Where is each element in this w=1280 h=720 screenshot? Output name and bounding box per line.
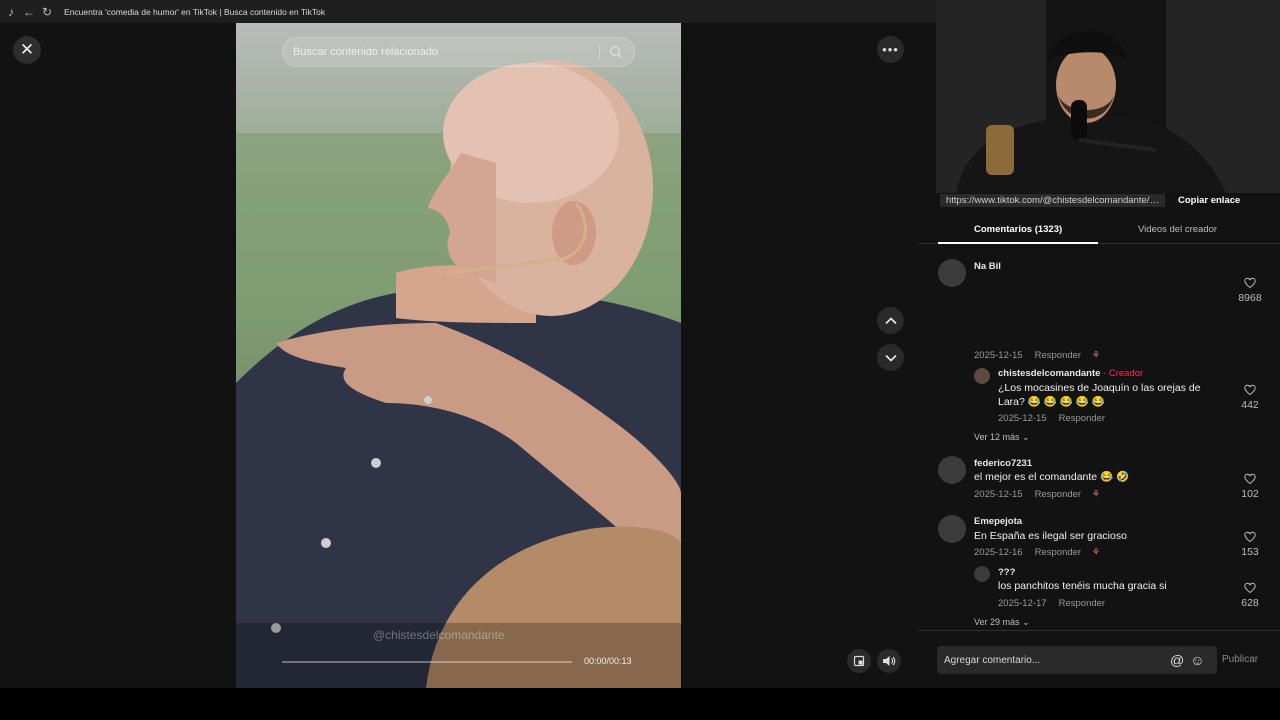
heart-icon[interactable] bbox=[1244, 384, 1256, 396]
reply-text: ¿Los mocasines de Joaquín o las orejas d… bbox=[998, 382, 1201, 408]
reply-meta: 2025-12-15 Responder bbox=[998, 413, 1105, 424]
reply-date: 2025-12-17 bbox=[998, 598, 1047, 609]
like-count: 153 bbox=[1241, 546, 1259, 558]
comment-composer[interactable]: @ ☺ bbox=[937, 646, 1217, 674]
view-more-label: Ver 12 más bbox=[974, 432, 1020, 442]
chevron-down-icon: ⌄ bbox=[1022, 432, 1030, 442]
video-time: 00:00/00:13 bbox=[584, 656, 632, 666]
more-dots-icon: ••• bbox=[882, 42, 899, 57]
heart-icon[interactable] bbox=[1244, 582, 1256, 594]
close-icon: ✕ bbox=[19, 40, 35, 59]
comment-input[interactable] bbox=[944, 654, 1164, 666]
comment-date: 2025-12-15 bbox=[974, 489, 1023, 500]
video-progress-bar[interactable] bbox=[282, 661, 572, 663]
comments-panel bbox=[918, 193, 1280, 688]
creator-liked-icon: ⚘ bbox=[1091, 547, 1101, 558]
avatar[interactable] bbox=[974, 368, 990, 384]
video-watermark: @chistesdelcomandante bbox=[373, 628, 505, 642]
speaker-icon bbox=[883, 656, 896, 666]
comment-username[interactable]: Emepejota bbox=[974, 516, 1022, 527]
related-search-input[interactable] bbox=[293, 46, 593, 58]
tab-creator-videos[interactable]: Videos del creador bbox=[1138, 224, 1217, 235]
composer-divider bbox=[918, 630, 1280, 631]
video-player[interactable] bbox=[236, 23, 681, 688]
comment-username[interactable]: Na Bil bbox=[974, 261, 1001, 272]
copy-link-button[interactable]: Copiar enlace bbox=[1178, 195, 1240, 206]
reply-username-text: chistesdelcomandante bbox=[998, 368, 1101, 379]
webcam-overlay bbox=[936, 0, 1280, 193]
like-count: 628 bbox=[1241, 597, 1259, 609]
avatar[interactable] bbox=[938, 259, 966, 287]
chevron-down-icon bbox=[884, 354, 897, 362]
chevron-down-icon: ⌄ bbox=[1022, 617, 1030, 627]
comment-text: En España es ilegal ser gracioso bbox=[974, 530, 1127, 542]
heart-icon[interactable] bbox=[1244, 277, 1256, 289]
comment-date: 2025-12-15 bbox=[974, 350, 1023, 361]
reload-icon[interactable]: ↻ bbox=[40, 5, 54, 19]
like-count: 102 bbox=[1241, 488, 1259, 500]
next-video-button[interactable] bbox=[877, 344, 904, 371]
reply-date: 2025-12-15 bbox=[998, 413, 1047, 424]
mini-player-button[interactable] bbox=[847, 649, 871, 673]
video-url: https://www.tiktok.com/@chistesdelcomand… bbox=[940, 193, 1165, 207]
reply-button[interactable]: Responder bbox=[1059, 413, 1105, 424]
creator-liked-icon: ⚘ bbox=[1091, 489, 1101, 500]
creator-badge: · Creador bbox=[1100, 368, 1144, 379]
avatar[interactable] bbox=[974, 566, 990, 582]
related-search-bar[interactable] bbox=[282, 37, 635, 67]
streamer-webcam-image bbox=[936, 0, 1280, 193]
reply-button[interactable]: Responder bbox=[1035, 350, 1081, 361]
video-frame bbox=[236, 60, 681, 688]
volume-button[interactable] bbox=[877, 649, 901, 673]
heart-icon[interactable] bbox=[1244, 473, 1256, 485]
avatar[interactable] bbox=[938, 515, 966, 543]
browser-tab-title: Encuentra 'comedia de humor' en TikTok |… bbox=[64, 6, 326, 17]
creator-liked-icon: ⚘ bbox=[1091, 350, 1101, 361]
heart-icon[interactable] bbox=[1244, 531, 1256, 543]
reply-username[interactable]: chistesdelcomandante · Creador bbox=[998, 368, 1143, 379]
search-icon[interactable] bbox=[609, 45, 623, 59]
link-row: https://www.tiktok.com/@chistesdelcomand… bbox=[940, 193, 1260, 207]
comment-text: el mejor es el comandante 😂 🤣 bbox=[974, 471, 1130, 483]
view-more-label: Ver 29 más bbox=[974, 617, 1020, 627]
back-arrow-icon[interactable]: ← bbox=[22, 5, 36, 19]
previous-video-button[interactable] bbox=[877, 307, 904, 334]
view-more-replies[interactable]: Ver 12 más ⌄ bbox=[974, 432, 1030, 443]
reply-button[interactable]: Responder bbox=[1059, 598, 1105, 609]
reply-meta: 2025-12-17 Responder bbox=[998, 598, 1105, 609]
comment-username[interactable]: federico7231 bbox=[974, 458, 1032, 469]
chevron-up-icon bbox=[884, 316, 897, 324]
like-count: 442 bbox=[1241, 399, 1259, 411]
comment-meta: 2025-12-16 Responder ⚘ bbox=[974, 547, 1100, 558]
publish-button[interactable]: Publicar bbox=[1222, 654, 1258, 665]
reply-button[interactable]: Responder bbox=[1035, 547, 1081, 558]
search-divider bbox=[599, 44, 600, 60]
more-options-button[interactable]: ••• bbox=[877, 36, 904, 63]
reply-button[interactable]: Responder bbox=[1035, 489, 1081, 500]
like-count: 8968 bbox=[1238, 292, 1262, 304]
mini-player-icon bbox=[853, 655, 865, 667]
close-button[interactable]: ✕ bbox=[13, 36, 41, 64]
emoji-icon[interactable]: ☺ bbox=[1190, 652, 1204, 668]
tab-comments[interactable]: Comentarios (1323) bbox=[974, 224, 1062, 235]
mention-icon[interactable]: @ bbox=[1170, 652, 1184, 668]
comment-meta: 2025-12-15 Responder ⚘ bbox=[974, 350, 1100, 361]
avatar[interactable] bbox=[938, 456, 966, 484]
view-more-replies[interactable]: Ver 29 más ⌄ bbox=[974, 617, 1030, 628]
reply-username[interactable]: ??? bbox=[998, 567, 1015, 578]
tiktok-icon: ♪ bbox=[8, 4, 14, 19]
reply-text: los panchitos tenéis mucha gracia si bbox=[998, 580, 1167, 592]
comment-meta: 2025-12-15 Responder ⚘ bbox=[974, 489, 1100, 500]
bottom-bar bbox=[0, 688, 1280, 720]
active-tab-indicator bbox=[938, 242, 1098, 244]
comment-date: 2025-12-16 bbox=[974, 547, 1023, 558]
